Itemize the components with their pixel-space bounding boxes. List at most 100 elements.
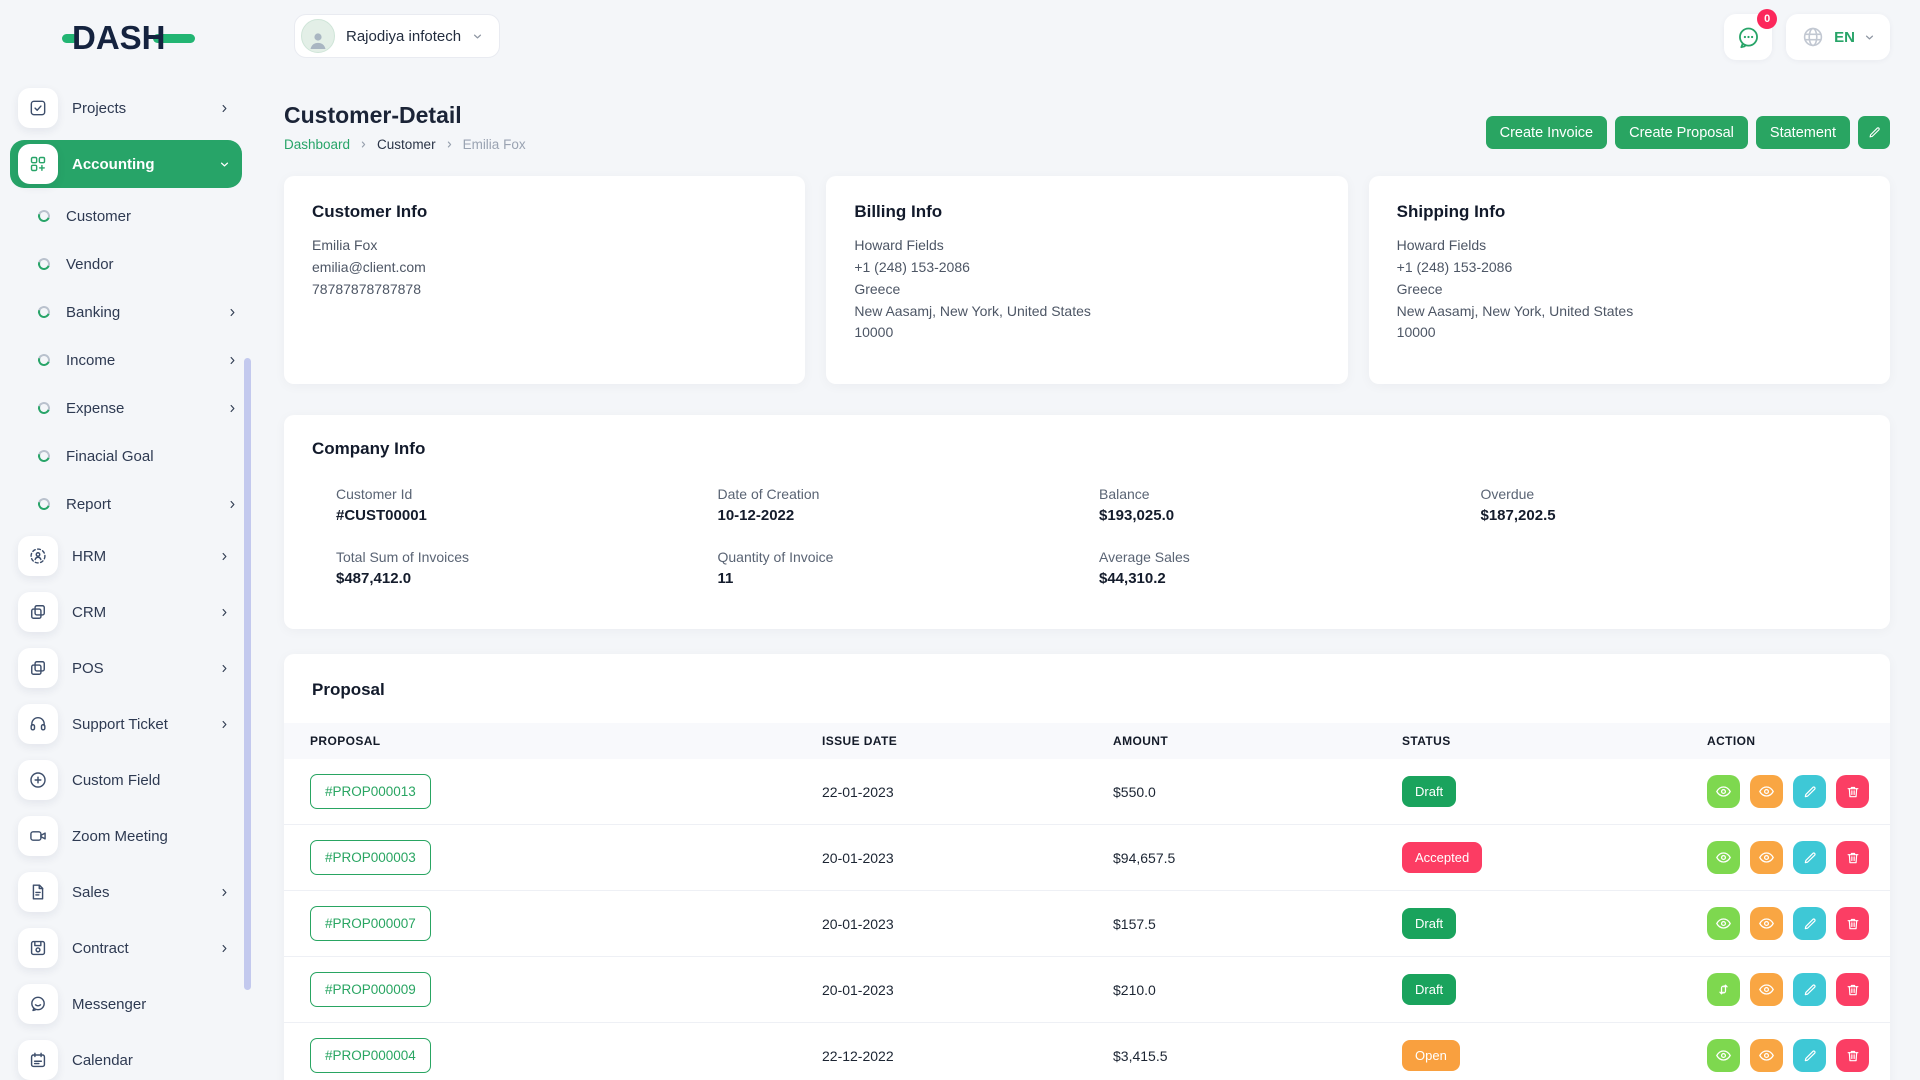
- edit-action-button[interactable]: [1793, 841, 1826, 874]
- chevron-right-icon: [219, 103, 230, 114]
- sidebar-item-label: Support Ticket: [72, 716, 205, 733]
- proposal-table-body: #PROP00001322-01-2023$550.0Draft#PROP000…: [284, 759, 1890, 1080]
- proposal-title: Proposal: [284, 680, 1890, 700]
- preview-action-button[interactable]: [1750, 841, 1783, 874]
- proposal-link[interactable]: #PROP000013: [310, 774, 431, 809]
- messages-button[interactable]: 0: [1724, 14, 1772, 60]
- sidebar-item-crm[interactable]: CRM: [10, 584, 242, 640]
- bullet-icon: [36, 448, 52, 464]
- view-action-button[interactable]: [1707, 841, 1740, 874]
- app-window: DASH ProjectsAccountingCustomerVendorBan…: [0, 0, 1920, 1080]
- eye-icon: [1758, 1047, 1775, 1064]
- eye-icon: [1758, 981, 1775, 998]
- proposal-table: ProposalIssue DateAmountStatusAction #PR…: [284, 723, 1890, 1080]
- column-header-status: Status: [1376, 734, 1681, 748]
- convert-action-button[interactable]: [1707, 973, 1740, 1006]
- language-selector[interactable]: EN: [1786, 14, 1890, 60]
- sidebar-item-accounting[interactable]: Accounting: [10, 140, 242, 188]
- sidebar-item-sales[interactable]: Sales: [10, 864, 242, 920]
- eye-icon: [1715, 1047, 1732, 1064]
- delete-action-button[interactable]: [1836, 775, 1869, 808]
- sidebar-item-customer[interactable]: Customer: [10, 192, 242, 240]
- sidebar-item-custom-field[interactable]: Custom Field: [10, 752, 242, 808]
- sidebar-item-projects[interactable]: Projects: [10, 80, 242, 136]
- edit-action-button[interactable]: [1793, 907, 1826, 940]
- trash-icon: [1845, 850, 1861, 866]
- info-line: Greece: [854, 279, 1319, 301]
- create-invoice-button[interactable]: Create Invoice: [1486, 116, 1608, 149]
- pencil-icon: [1802, 1048, 1818, 1064]
- preview-action-button[interactable]: [1750, 907, 1783, 940]
- logo[interactable]: DASH: [0, 14, 252, 62]
- pencil-icon: [1867, 125, 1882, 140]
- breadcrumb-item-dashboard[interactable]: Dashboard: [284, 137, 350, 152]
- sidebar-item-income[interactable]: Income: [10, 336, 242, 384]
- sidebar-item-vendor[interactable]: Vendor: [10, 240, 242, 288]
- sidebar-item-messenger[interactable]: Messenger: [10, 976, 242, 1032]
- accounting-icon: [18, 144, 58, 184]
- sidebar-item-pos[interactable]: POS: [10, 640, 242, 696]
- preview-action-button[interactable]: [1750, 1039, 1783, 1072]
- sidebar-item-support-ticket[interactable]: Support Ticket: [10, 696, 242, 752]
- sidebar-item-expense[interactable]: Expense: [10, 384, 242, 432]
- delete-action-button[interactable]: [1836, 1039, 1869, 1072]
- edit-action-button[interactable]: [1793, 775, 1826, 808]
- breadcrumb-item-customer[interactable]: Customer: [377, 137, 436, 152]
- amount: $550.0: [1087, 784, 1376, 800]
- issue-date: 20-01-2023: [796, 916, 1087, 932]
- delete-action-button[interactable]: [1836, 973, 1869, 1006]
- view-action-button[interactable]: [1707, 1039, 1740, 1072]
- shipping-info-card: Shipping Info Howard Fields+1 (248) 153-…: [1369, 176, 1890, 384]
- sidebar-item-contract[interactable]: Contract: [10, 920, 242, 976]
- chevron-down-icon: [472, 31, 483, 42]
- edit-action-button[interactable]: [1793, 1039, 1826, 1072]
- view-action-button[interactable]: [1707, 907, 1740, 940]
- sidebar-item-banking[interactable]: Banking: [10, 288, 242, 336]
- trash-icon: [1845, 784, 1861, 800]
- column-header-issue-date: Issue Date: [796, 734, 1087, 748]
- workspace-selector[interactable]: Rajodiya infotech: [294, 14, 500, 58]
- card-title: Shipping Info: [1397, 202, 1862, 222]
- billing-info-card: Billing Info Howard Fields+1 (248) 153-2…: [826, 176, 1347, 384]
- create-proposal-button[interactable]: Create Proposal: [1615, 116, 1748, 149]
- pencil-icon: [1802, 850, 1818, 866]
- row-actions: [1707, 973, 1890, 1006]
- field-value: 10-12-2022: [718, 507, 1100, 524]
- sidebar-item-label: Zoom Meeting: [72, 828, 234, 845]
- messenger-icon: [18, 984, 58, 1024]
- preview-action-button[interactable]: [1750, 775, 1783, 808]
- proposal-link[interactable]: #PROP000003: [310, 840, 431, 875]
- table-row: #PROP00001322-01-2023$550.0Draft: [284, 759, 1890, 825]
- delete-action-button[interactable]: [1836, 907, 1869, 940]
- info-line: Howard Fields: [1397, 235, 1862, 257]
- sidebar-item-calendar[interactable]: Calendar: [10, 1032, 242, 1080]
- status-badge: Accepted: [1402, 842, 1482, 873]
- view-action-button[interactable]: [1707, 775, 1740, 808]
- sidebar-item-label: Custom Field: [72, 772, 234, 789]
- edit-customer-button[interactable]: [1858, 116, 1890, 149]
- field-label: Quantity of Invoice: [718, 549, 1100, 565]
- sidebar-item-label: HRM: [72, 548, 205, 565]
- sidebar-item-zoom-meeting[interactable]: Zoom Meeting: [10, 808, 242, 864]
- company-field-quantity-of-invoice: Quantity of Invoice 11: [718, 549, 1100, 587]
- delete-action-button[interactable]: [1836, 841, 1869, 874]
- sidebar-item-label: Sales: [72, 884, 205, 901]
- sidebar-subitem-label: Income: [66, 352, 211, 369]
- sales-icon: [18, 872, 58, 912]
- preview-action-button[interactable]: [1750, 973, 1783, 1006]
- bullet-icon: [36, 400, 52, 416]
- sidebar-item-finacial-goal[interactable]: Finacial Goal: [10, 432, 242, 480]
- sidebar-item-report[interactable]: Report: [10, 480, 242, 528]
- proposal-link[interactable]: #PROP000009: [310, 972, 431, 1007]
- chevron-right-icon: [219, 719, 230, 730]
- proposal-link[interactable]: #PROP000007: [310, 906, 431, 941]
- sidebar-item-hrm[interactable]: HRM: [10, 528, 242, 584]
- chevron-right-icon: [227, 307, 238, 318]
- statement-button[interactable]: Statement: [1756, 116, 1850, 149]
- sidebar-menu: Projects AccountingCustomerVendorBanking I…: [0, 80, 252, 1080]
- edit-action-button[interactable]: [1793, 973, 1826, 1006]
- sidebar-scrollbar-thumb[interactable]: [244, 358, 251, 990]
- table-row: #PROP00000422-12-2022$3,415.5Open: [284, 1023, 1890, 1080]
- sidebar-item-label: Projects: [72, 100, 205, 117]
- proposal-link[interactable]: #PROP000004: [310, 1038, 431, 1073]
